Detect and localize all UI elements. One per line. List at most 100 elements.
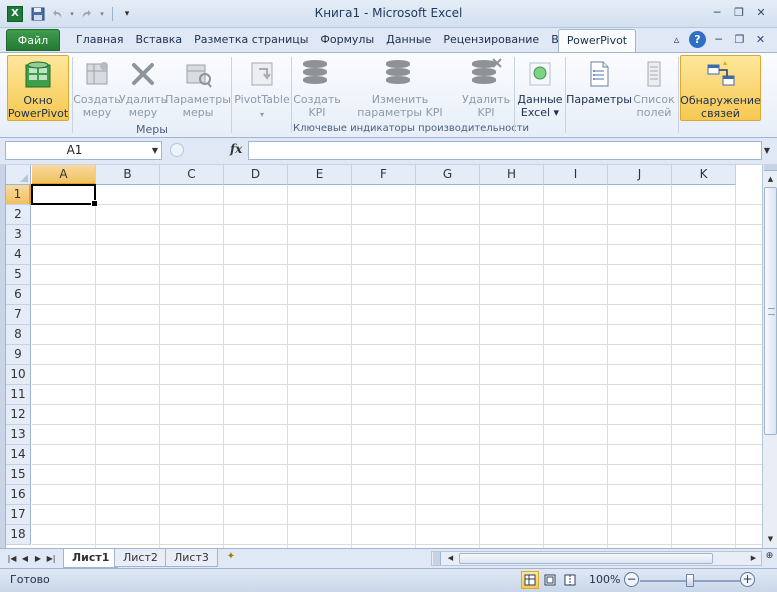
name-box-dropdown-icon[interactable]: ▼	[152, 142, 158, 159]
tab-insert[interactable]: Вставка	[130, 29, 189, 51]
column-header[interactable]: J	[608, 165, 672, 185]
delete-kpi-button[interactable]: Удалить KPI	[462, 55, 510, 121]
measure-settings-button[interactable]: Параметры меры	[165, 55, 231, 121]
workbook-minimize-icon[interactable]: ─	[710, 31, 727, 48]
tab-home[interactable]: Главная	[70, 29, 130, 51]
row-header[interactable]: 12	[6, 405, 31, 425]
zoom-slider-thumb[interactable]	[686, 574, 694, 587]
column-header[interactable]: E	[288, 165, 352, 185]
tab-file[interactable]: Файл	[6, 29, 60, 51]
detect-relationships-button[interactable]: Обнаружение связей	[680, 55, 761, 121]
edit-kpi-label: Изменить параметры KPI	[357, 93, 443, 119]
row-header[interactable]: 17	[6, 505, 31, 525]
tab-page-layout[interactable]: Разметка страницы	[188, 29, 314, 51]
active-cell-a1[interactable]	[31, 184, 98, 207]
column-header[interactable]: I	[544, 165, 608, 185]
tab-review[interactable]: Рецензирование	[437, 29, 545, 51]
formula-bar-resize-handle[interactable]	[170, 143, 184, 157]
row-header[interactable]: 6	[6, 285, 31, 305]
scroll-right-icon[interactable]: ▶	[747, 552, 760, 565]
first-sheet-icon[interactable]: |◀	[6, 552, 18, 566]
row-header[interactable]: 13	[6, 425, 31, 445]
create-kpi-button[interactable]: Создать KPI	[293, 55, 341, 121]
page-layout-view-icon[interactable]	[541, 571, 559, 589]
expand-formula-bar-icon[interactable]: ▼	[761, 141, 773, 160]
row-header[interactable]: 8	[6, 325, 31, 345]
column-header[interactable]: B	[96, 165, 160, 185]
field-list-button[interactable]: Список полей	[632, 55, 676, 121]
scroll-up-icon[interactable]: ▲	[764, 172, 777, 186]
workbook-close-icon[interactable]: ✕	[752, 31, 769, 48]
tab-powerpivot[interactable]: PowerPivot	[558, 29, 636, 52]
column-header[interactable]: A	[32, 165, 96, 185]
scroll-down-icon[interactable]: ▼	[764, 532, 777, 546]
row-header[interactable]: 9	[6, 345, 31, 365]
delete-measure-button[interactable]: Удалить меру	[119, 55, 167, 121]
sheet-tab-3[interactable]: Лист3	[165, 549, 218, 567]
row-header[interactable]: 7	[6, 305, 31, 325]
select-all-button[interactable]	[6, 165, 31, 185]
cells-area[interactable]	[32, 185, 762, 548]
zoom-level[interactable]: 100%	[589, 573, 620, 586]
row-header[interactable]: 4	[6, 245, 31, 265]
pivottable-button[interactable]: PivotTable ▾	[234, 55, 290, 121]
row-header[interactable]: 16	[6, 485, 31, 505]
page-break-view-icon[interactable]	[561, 571, 579, 589]
column-header[interactable]: K	[672, 165, 736, 185]
formula-input[interactable]	[248, 141, 762, 160]
column-header[interactable]: H	[480, 165, 544, 185]
powerpivot-window-button[interactable]: Окно PowerPivot	[7, 55, 69, 121]
column-header[interactable]: G	[416, 165, 480, 185]
row-header[interactable]: 15	[6, 465, 31, 485]
zoom-in-button[interactable]: +	[740, 572, 755, 587]
vertical-scroll-thumb[interactable]	[764, 187, 777, 435]
row-header[interactable]: 1	[6, 185, 31, 205]
restore-button[interactable]: ❐	[729, 4, 749, 21]
insert-sheet-icon[interactable]: ✦	[223, 551, 239, 566]
sheet-tab-1[interactable]: Лист1	[63, 549, 119, 568]
minimize-ribbon-icon[interactable]: ▵	[668, 31, 685, 48]
insert-function-icon[interactable]: fx	[230, 142, 242, 156]
name-box[interactable]: A1 ▼	[5, 141, 162, 160]
vertical-scrollbar[interactable]: ▲ ▼	[762, 165, 777, 548]
help-icon[interactable]: ?	[689, 31, 706, 48]
row-header[interactable]: 11	[6, 385, 31, 405]
tab-data[interactable]: Данные	[380, 29, 437, 51]
previous-sheet-icon[interactable]: ◀	[19, 552, 31, 566]
settings-button[interactable]: Параметры	[566, 55, 632, 121]
last-sheet-icon[interactable]: ▶|	[45, 552, 57, 566]
row-header[interactable]: 2	[6, 205, 31, 225]
workbook-restore-icon[interactable]: ❐	[731, 31, 748, 48]
scroll-left-icon[interactable]: ◀	[444, 552, 457, 565]
row-header[interactable]: 14	[6, 445, 31, 465]
powerpivot-window-label: Окно PowerPivot	[7, 94, 69, 120]
minimize-button[interactable]: ─	[707, 4, 727, 21]
worksheet-grid[interactable]: ABCDEFGHIJK 1 2 3 4 5 6 7 8 9 10 11 12 13 14 15 16 17 18	[5, 165, 762, 548]
horizontal-scrollbar[interactable]: ◀ ▶	[431, 551, 762, 566]
row-header[interactable]: 10	[6, 365, 31, 385]
tab-formulas[interactable]: Формулы	[314, 29, 380, 51]
close-button[interactable]: ✕	[751, 4, 771, 21]
vertical-split-handle[interactable]: ⊕	[763, 551, 776, 566]
delete-kpi-label: Удалить KPI	[461, 93, 511, 119]
ribbon-powerpivot: Окно PowerPivot Создать меру Удалить мер…	[0, 52, 777, 138]
group-separator	[231, 57, 232, 133]
column-header[interactable]: D	[224, 165, 288, 185]
excel-data-button[interactable]: Данные Excel ▾	[517, 55, 563, 121]
horizontal-split-handle[interactable]	[764, 165, 777, 171]
row-header[interactable]: 5	[6, 265, 31, 285]
zoom-out-button[interactable]: −	[624, 572, 639, 587]
column-header[interactable]: F	[352, 165, 416, 185]
next-sheet-icon[interactable]: ▶	[32, 552, 44, 566]
sheet-tab-2[interactable]: Лист2	[114, 549, 167, 567]
row-header[interactable]: 3	[6, 225, 31, 245]
row-header[interactable]: 18	[6, 525, 31, 545]
pivottable-dropdown-icon[interactable]: ▾	[260, 108, 264, 121]
sheet-tabs-bar: |◀ ◀ ▶ ▶| Лист1 Лист2 Лист3 ✦ ◀ ▶ ⊕	[0, 548, 777, 568]
column-header[interactable]: C	[160, 165, 224, 185]
create-measure-button[interactable]: Создать меру	[73, 55, 121, 121]
tab-split-handle[interactable]	[433, 552, 441, 565]
normal-view-icon[interactable]	[521, 571, 539, 589]
horizontal-scroll-thumb[interactable]	[459, 553, 713, 564]
edit-kpi-button[interactable]: Изменить параметры KPI	[355, 55, 445, 121]
